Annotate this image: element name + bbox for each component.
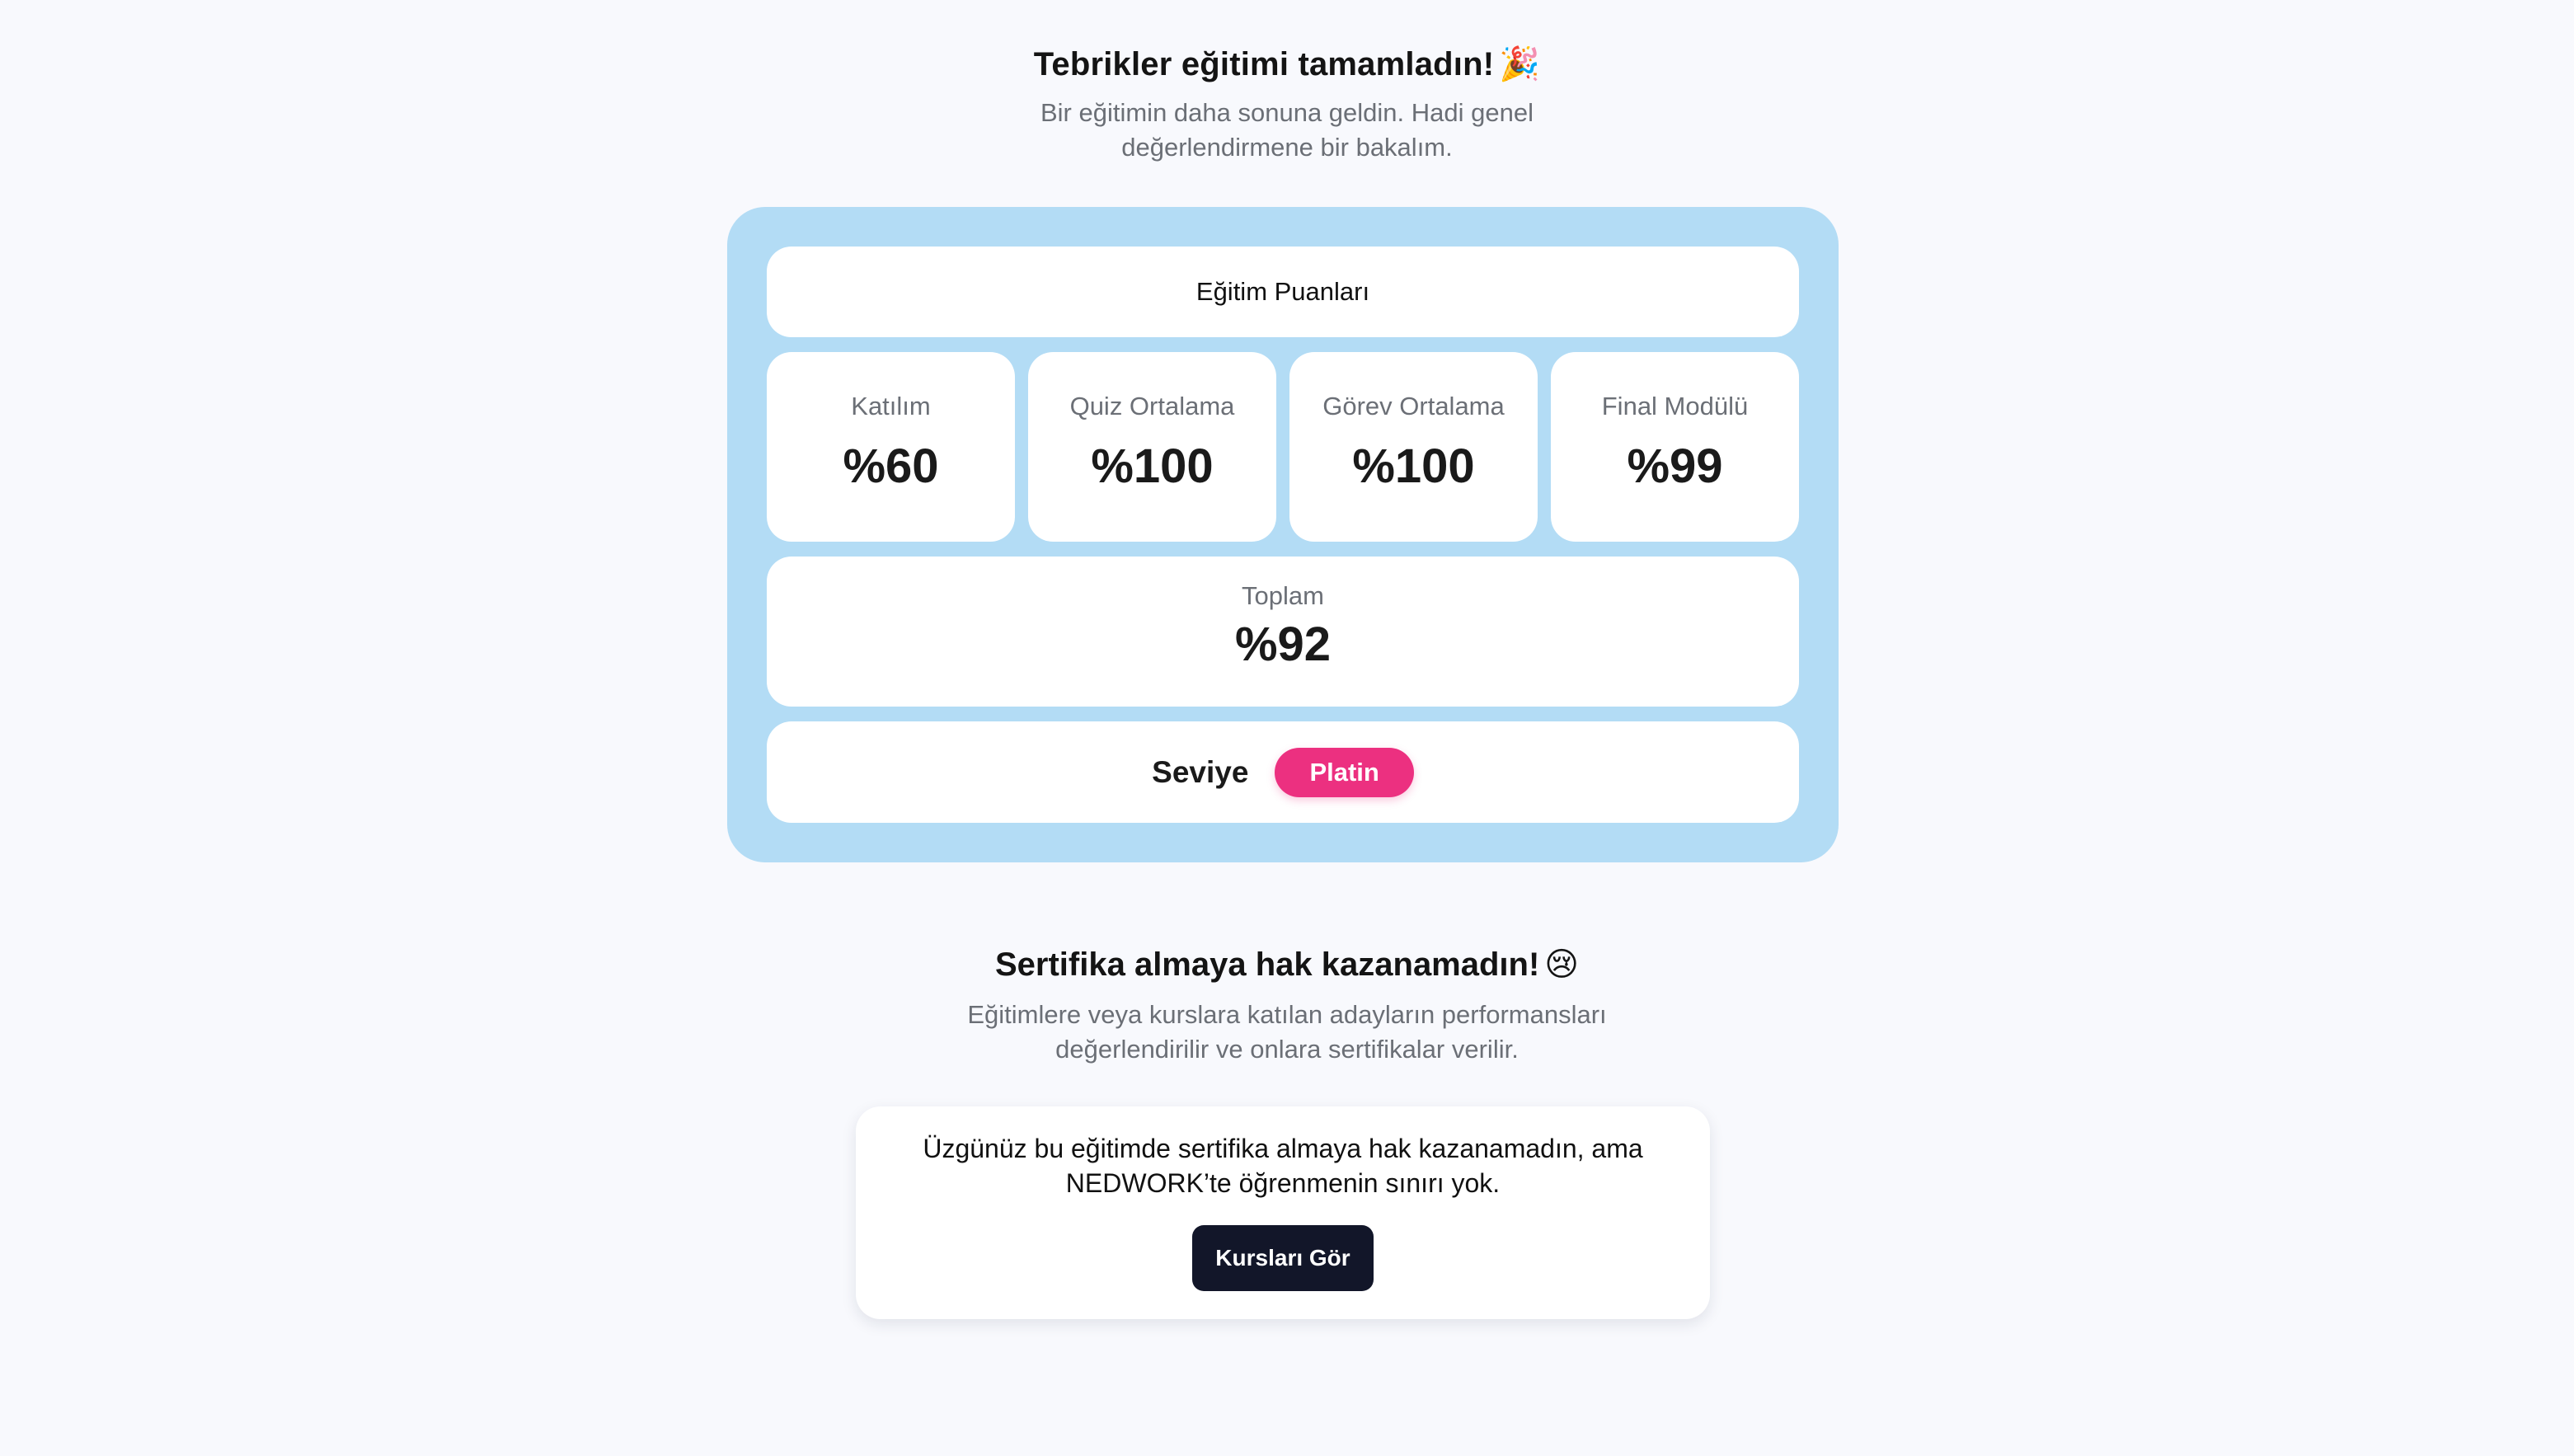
metric-value: %100 — [1352, 439, 1475, 493]
metric-value: %100 — [1091, 439, 1214, 493]
certificate-description: Eğitimlere veya kurslara katılan adaylar… — [967, 1000, 1607, 1064]
metric-label: Final Modülü — [1601, 392, 1749, 420]
crying-face-icon: 😢 — [1544, 946, 1579, 984]
certificate-notice-card: Üzgünüz bu eğitimde sertifika almaya hak… — [856, 1106, 1710, 1319]
page-subtitle: Bir eğitimin daha sonuna geldin. Hadi ge… — [1040, 98, 1534, 162]
training-result-page: Tebrikler eğitimi tamamladın! 🎉 Bir eğiti… — [0, 0, 2574, 1456]
metric-label: Görev Ortalama — [1322, 392, 1505, 420]
metric-card-task-average: Görev Ortalama %100 — [1289, 352, 1538, 542]
certificate-title: Sertifika almaya hak kazanamadın! 😢 — [0, 940, 2574, 989]
score-panel-heading: Eğitim Puanları — [767, 247, 1799, 337]
level-card: Seviye Platin — [767, 721, 1799, 823]
metric-value: %99 — [1627, 439, 1723, 493]
metric-label: Katılım — [851, 392, 931, 420]
party-popper-icon: 🎉 — [1499, 45, 1541, 83]
total-score-label: Toplam — [1242, 581, 1324, 610]
view-courses-button[interactable]: Kursları Gör — [1192, 1225, 1374, 1291]
score-panel: Eğitim Puanları Katılım %60 Quiz Ortalam… — [727, 207, 1839, 862]
metric-card-participation: Katılım %60 — [767, 352, 1015, 542]
page-title: Tebrikler eğitimi tamamladın! 🎉 — [0, 40, 2574, 89]
level-label: Seviye — [1152, 754, 1249, 789]
certificate-section: Sertifika almaya hak kazanamadın! 😢 Eğiti… — [0, 940, 2574, 1067]
metric-card-final-module: Final Modülü %99 — [1551, 352, 1799, 542]
certificate-notice-text: Üzgünüz bu eğitimde sertifika almaya hak… — [923, 1134, 1643, 1198]
page-title-text: Tebrikler eğitimi tamamladın! — [1033, 46, 1495, 82]
metric-value: %60 — [843, 439, 939, 493]
page-header: Tebrikler eğitimi tamamladın! 🎉 Bir eğiti… — [0, 40, 2574, 165]
certificate-title-text: Sertifika almaya hak kazanamadın! — [994, 946, 1540, 983]
metric-card-quiz-average: Quiz Ortalama %100 — [1028, 352, 1276, 542]
metric-label: Quiz Ortalama — [1069, 392, 1235, 420]
total-score-card: Toplam %92 — [767, 557, 1799, 707]
total-score-value: %92 — [1234, 618, 1332, 671]
level-badge: Platin — [1275, 747, 1414, 797]
